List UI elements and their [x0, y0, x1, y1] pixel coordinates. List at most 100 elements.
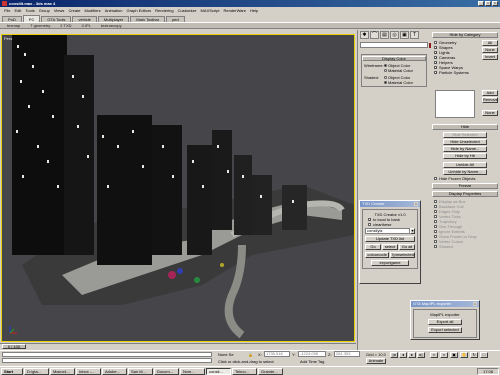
orbit-icon[interactable]: ↻: [470, 352, 478, 358]
update-txd-list-button[interactable]: Update TXD list: [365, 236, 415, 242]
tool-txd[interactable]: 2 TXD: [55, 23, 76, 28]
menu-maxscript[interactable]: MAXScript: [199, 8, 222, 13]
taskbar-item-active[interactable]: constl...: [206, 367, 231, 375]
taskbar-item[interactable]: Docum...: [154, 367, 179, 375]
prev-frame-icon[interactable]: ◂: [399, 352, 407, 358]
display-color-title[interactable]: Display Color: [362, 56, 426, 61]
zoom-all-icon[interactable]: ⌕: [440, 352, 448, 358]
pan-icon[interactable]: ✋: [460, 352, 468, 358]
menu-customize[interactable]: Customize: [176, 8, 199, 13]
hierarchy-tab-icon[interactable]: ▤: [380, 31, 389, 39]
z-coordinate-field[interactable]: 261.353: [334, 351, 360, 357]
hide-frozen-objects-checkbox[interactable]: Hide Frozen Objects: [431, 176, 499, 181]
menu-group[interactable]: Group: [37, 8, 52, 13]
create-tab-icon[interactable]: ✱: [360, 31, 369, 39]
tool-texmap[interactable]: texmap: [2, 23, 25, 28]
menu-create[interactable]: Create: [66, 8, 82, 13]
start-button[interactable]: Start: [1, 367, 23, 375]
menu-renderware[interactable]: RenderWare: [221, 8, 248, 13]
menu-modifiers[interactable]: Modifiers: [82, 8, 102, 13]
particle-systems-checkbox[interactable]: ✓ Particle Systems: [431, 70, 499, 75]
dropdown-arrow-icon[interactable]: ▾: [410, 228, 415, 234]
shaded-material-color-radio[interactable]: Material Color: [384, 80, 413, 85]
zoom-extents-icon[interactable]: ▣: [450, 352, 458, 358]
wireframe-material-color-radio[interactable]: Material Color: [384, 68, 413, 73]
time-track[interactable]: [0, 343, 356, 350]
maxscript-listener[interactable]: [2, 352, 212, 357]
hide-by-name-button[interactable]: Hide by Name...: [443, 146, 487, 152]
taskbar-item[interactable]: Macro4...: [50, 367, 75, 375]
menu-edit[interactable]: Edit: [12, 8, 23, 13]
unhide-by-name-button[interactable]: Unhide by Name...: [443, 169, 487, 175]
menu-graph-editors[interactable]: Graph Editors: [124, 8, 153, 13]
taskbar-item[interactable]: Nvm...: [180, 367, 205, 375]
goto-start-icon[interactable]: |◂: [390, 352, 398, 358]
tool-geometry[interactable]: T geometry: [25, 23, 55, 28]
export-game-button[interactable]: exportgame: [371, 260, 409, 266]
menu-animation[interactable]: Animation: [103, 8, 125, 13]
motion-tab-icon[interactable]: ◎: [390, 31, 399, 39]
remove-button[interactable]: Remove: [482, 97, 498, 103]
selected-button[interactable]: 7pmselected: [390, 252, 415, 258]
category-listbox[interactable]: [435, 90, 475, 118]
close-button[interactable]: ×: [492, 1, 498, 6]
hide-title[interactable]: Hide: [432, 124, 498, 130]
map-exporter-titlebar[interactable]: GTA MapIPL exporter ×: [411, 301, 479, 307]
unhide-all-button[interactable]: Unhide All: [443, 162, 487, 168]
tool-texturecopy[interactable]: texturecopy: [96, 23, 127, 28]
map-exporter-close-icon[interactable]: ×: [473, 302, 477, 306]
maximize-viewport-icon[interactable]: □: [480, 352, 488, 358]
time-slider[interactable]: 0 / 100: [2, 344, 26, 349]
y-coordinate-field[interactable]: -1224.095: [298, 351, 326, 357]
none-list-button[interactable]: None: [482, 110, 498, 116]
taskbar-item[interactable]: Tekno...: [232, 367, 257, 375]
export-selected-button[interactable]: Export selected: [428, 327, 462, 333]
hide-unselected-button[interactable]: Hide Unselected: [443, 139, 487, 145]
colourcode-button[interactable]: colourcode: [365, 252, 390, 258]
txd-creator-titlebar[interactable]: TXD Creator ×: [360, 201, 420, 207]
taskbar-item[interactable]: San M...: [128, 367, 153, 375]
menu-tools[interactable]: Tools: [23, 8, 36, 13]
taskbar-item[interactable]: Grande...: [258, 367, 283, 375]
x-coordinate-field[interactable]: 1735.516: [264, 351, 290, 357]
invert-button[interactable]: Invert: [482, 54, 498, 60]
lock-icon[interactable]: 🔒: [248, 352, 253, 357]
hide-by-hit-button[interactable]: Hide by Hit: [443, 153, 487, 159]
menu-help[interactable]: Help: [248, 8, 260, 13]
zoom-icon[interactable]: ⌕: [430, 352, 438, 358]
select-button[interactable]: select: [382, 244, 398, 250]
hide-selected-button[interactable]: Hide Selected: [443, 132, 487, 138]
export-all-button[interactable]: Export all: [428, 319, 462, 325]
menu-file[interactable]: File: [2, 8, 12, 13]
txd-close-icon[interactable]: ×: [414, 202, 418, 206]
perspective-viewport[interactable]: Perspective: [1, 34, 355, 342]
tab-pc[interactable]: PC: [22, 15, 41, 22]
display-tab-icon[interactable]: ▣: [400, 31, 409, 39]
display-properties-title[interactable]: Display Properties: [432, 191, 498, 197]
go-button[interactable]: Go: [365, 244, 381, 250]
maxscript-input[interactable]: [2, 358, 212, 363]
play-icon[interactable]: ▸: [408, 352, 416, 358]
all-button[interactable]: All: [482, 40, 498, 46]
none-button[interactable]: None: [482, 47, 498, 53]
taskbar-item[interactable]: Inbox -...: [76, 367, 101, 375]
shaded-checkbox[interactable]: Shaded: [431, 244, 499, 249]
tool-ipl[interactable]: 3 IPL: [77, 23, 96, 28]
add-time-tag[interactable]: Add Time Tag: [300, 359, 324, 364]
system-clock[interactable]: 17:08: [477, 368, 499, 375]
menu-views[interactable]: Views: [52, 8, 67, 13]
clearthese-checkbox[interactable]: clearthese: [365, 222, 415, 227]
menu-rendering[interactable]: Rendering: [153, 8, 175, 13]
minimize-button[interactable]: _: [478, 1, 484, 6]
go-all-button[interactable]: Go all: [399, 244, 415, 250]
add-button[interactable]: Add: [482, 90, 498, 96]
object-name-field[interactable]: [360, 42, 434, 48]
maximize-button[interactable]: □: [485, 1, 491, 6]
next-frame-icon[interactable]: ▸|: [417, 352, 425, 358]
taskbar-item[interactable]: D:\gta...: [24, 367, 49, 375]
freeze-title[interactable]: Freeze: [432, 183, 498, 189]
modify-tab-icon[interactable]: ⌒: [370, 31, 379, 39]
animate-button[interactable]: Animate: [366, 358, 386, 364]
taskbar-item[interactable]: Adobe...: [102, 367, 127, 375]
txd-name-dropdown[interactable]: constlytz: [365, 228, 410, 234]
